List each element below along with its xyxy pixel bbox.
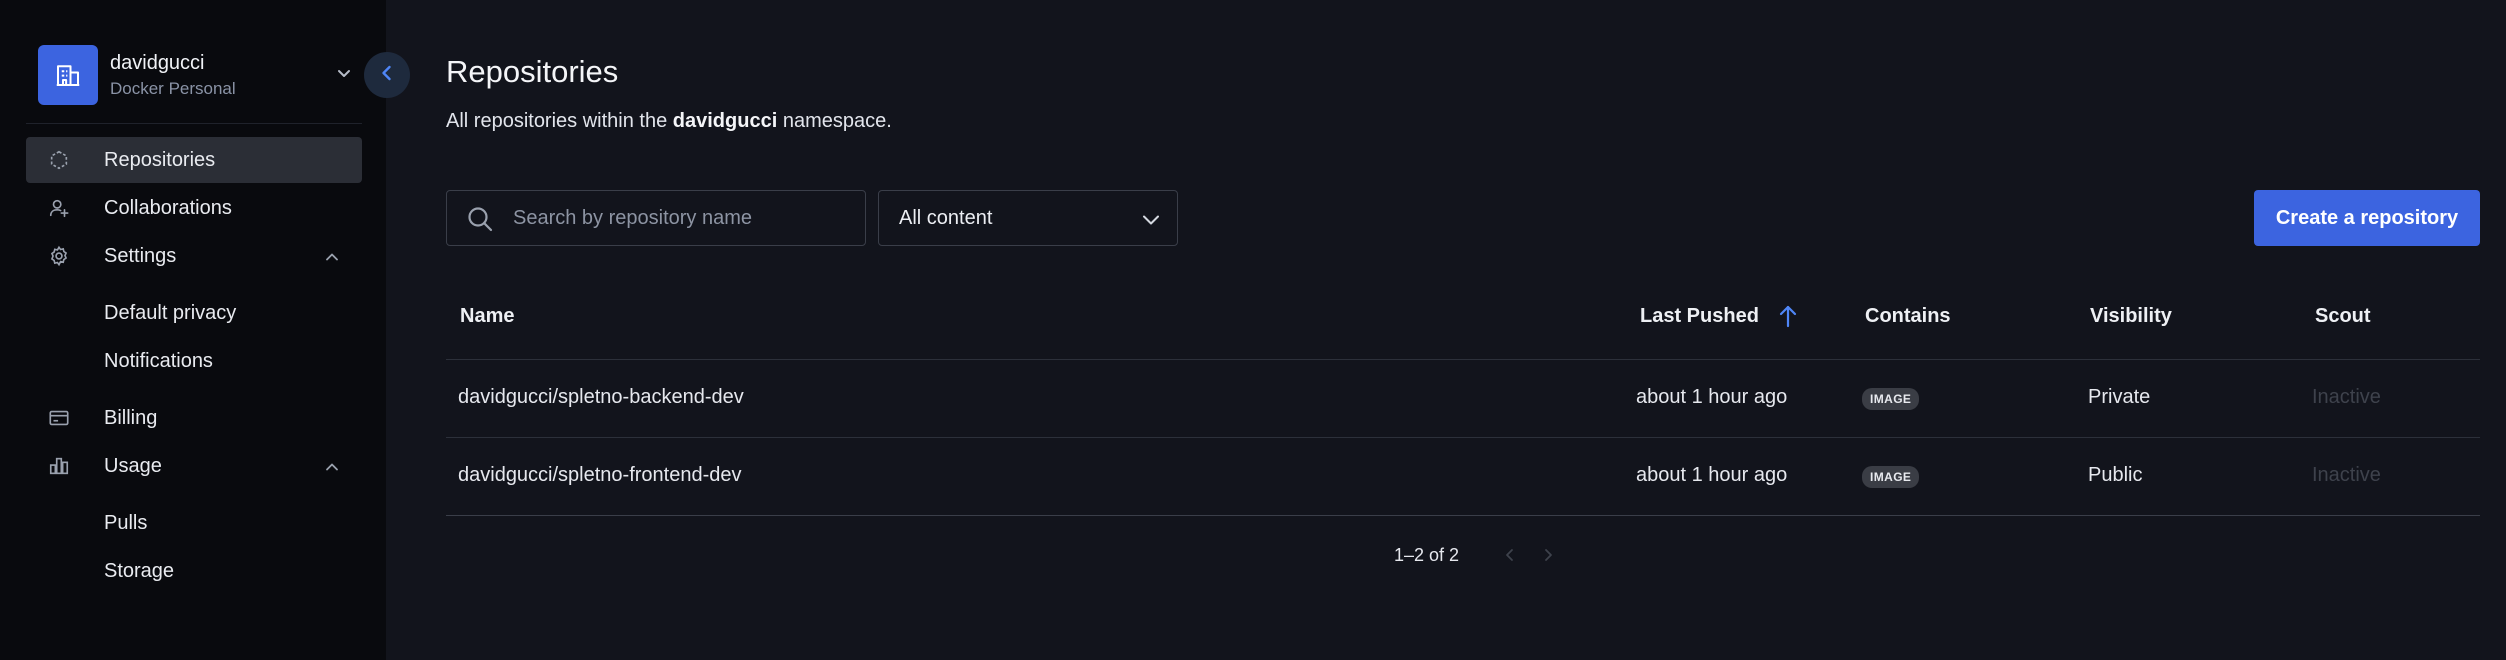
sidebar-item-label: Settings [104,244,177,267]
credit-card-icon [48,407,70,429]
sidebar-divider [26,123,362,124]
visibility-value: Private [2088,386,2151,408]
arrow-up-icon[interactable] [1778,303,1798,334]
column-header-name[interactable]: Name [460,305,514,328]
bar-chart-icon [48,455,70,477]
chevron-down-icon[interactable] [334,64,354,89]
content-type-badge: IMAGE [1862,466,1920,488]
table-row[interactable]: davidgucci/spletno-backend-dev about 1 h… [446,360,2480,438]
description-suffix: namespace. [777,110,892,132]
gear-icon [48,245,70,267]
org-name: davidgucci [110,52,205,74]
sidebar-item-label: Repositories [104,148,216,171]
chevron-up-icon[interactable] [324,459,340,480]
table-bottom-divider [446,515,2480,516]
visibility-value: Public [2088,464,2143,486]
chevron-down-icon [1141,210,1161,235]
sidebar-subitem-storage[interactable]: Storage [104,560,174,583]
pagination-range: 1–2 of 2 [1394,545,1460,565]
column-header-scout: Scout [2315,305,2371,327]
sidebar-item-usage[interactable]: Usage [26,443,362,489]
chevron-up-icon[interactable] [324,249,340,270]
content-type-badge: IMAGE [1862,388,1920,410]
building-icon [38,45,98,105]
org-switcher[interactable]: davidgucci Docker Personal [38,44,354,106]
collaborators-icon [48,197,70,219]
sidebar-item-label: Collaborations [104,196,232,219]
sidebar-subitem-default-privacy[interactable]: Default privacy [104,302,236,325]
search-input[interactable] [513,191,853,245]
create-repository-button[interactable]: Create a repository [2254,190,2480,246]
last-pushed-value: about 1 hour ago [1636,386,1788,408]
repository-icon [48,149,70,171]
sidebar-item-label: Usage [104,454,162,477]
app-root: davidgucci Docker Personal Repositories [0,0,2506,660]
content-filter-value: All content [899,207,993,229]
chevron-right-icon[interactable] [1540,546,1556,569]
scout-status: Inactive [2312,386,2381,408]
page-title: Repositories [446,54,619,89]
sidebar-subitem-notifications[interactable]: Notifications [104,350,213,373]
column-header-contains: Contains [1865,305,1951,327]
repository-name-link[interactable]: davidgucci/spletno-frontend-dev [458,464,742,487]
table-row[interactable]: davidgucci/spletno-frontend-dev about 1 … [446,438,2480,516]
column-header-visibility: Visibility [2090,305,2172,327]
search-icon [467,206,493,237]
search-box [446,190,866,246]
sidebar-item-billing[interactable]: Billing [26,395,362,441]
chevron-left-icon[interactable] [1502,546,1518,569]
namespace-name: davidgucci [672,110,778,132]
content-filter-select[interactable]: All content [878,190,1178,246]
page-description: All repositories within the davidgucci n… [446,110,892,133]
chevron-left-icon [377,63,397,88]
sidebar-subitem-pulls[interactable]: Pulls [104,512,147,535]
scout-status: Inactive [2312,464,2381,486]
sidebar: davidgucci Docker Personal Repositories [0,0,386,660]
description-prefix: All repositories within the [446,110,673,132]
sidebar-item-repositories[interactable]: Repositories [26,137,362,183]
sidebar-item-collaborations[interactable]: Collaborations [26,185,362,231]
sidebar-item-label: Billing [104,406,158,429]
last-pushed-value: about 1 hour ago [1636,464,1788,486]
column-header-last-pushed[interactable]: Last Pushed [1640,305,1759,328]
collapse-sidebar-button[interactable] [364,52,410,98]
repository-name-link[interactable]: davidgucci/spletno-backend-dev [458,386,744,409]
org-subtitle: Docker Personal [110,79,236,98]
sidebar-item-settings[interactable]: Settings [26,233,362,279]
